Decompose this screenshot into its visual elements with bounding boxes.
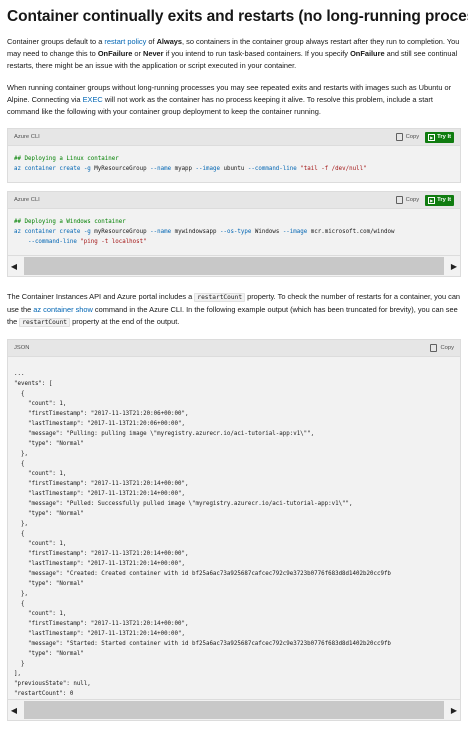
- json-line: "restartCount": 0: [14, 691, 74, 697]
- paragraph-long-running: When running container groups without lo…: [7, 83, 452, 116]
- article: Container continually exits and restarts…: [0, 0, 468, 721]
- json-line: }: [14, 661, 25, 667]
- json-line: "lastTimestamp": "2017-11-13T21:20:14+00…: [14, 561, 186, 567]
- copy-icon: [430, 344, 438, 352]
- json-line: "lastTimestamp": "2017-11-13T21:20:06+00…: [14, 421, 186, 427]
- scroll-right-icon[interactable]: ▶: [448, 262, 460, 271]
- code-language-label: Azure CLI: [14, 197, 40, 203]
- json-line: "type": "Normal": [14, 511, 84, 517]
- json-line: ],: [14, 671, 21, 677]
- try-it-button[interactable]: ▶ Try It: [425, 131, 454, 143]
- json-line: "lastTimestamp": "2017-11-13T21:20:14+00…: [14, 631, 186, 637]
- scrollbar-thumb[interactable]: [24, 257, 444, 275]
- horizontal-scrollbar[interactable]: ◀ ▶: [7, 256, 461, 277]
- code-content: ## Deploying a Linux container az contai…: [7, 145, 461, 183]
- exec-link[interactable]: EXEC: [83, 95, 103, 104]
- json-line: "message": "Pulling: pulling image \"myr…: [14, 431, 315, 437]
- code-header: JSON Copy: [7, 339, 461, 356]
- paragraph-restart-policy: Container groups default to a restart po…: [7, 37, 460, 70]
- json-line: "count": 1,: [14, 541, 67, 547]
- code-header: Azure CLI Copy ▶ Try It: [7, 128, 461, 145]
- code-language-label: Azure CLI: [14, 134, 40, 140]
- copy-button[interactable]: Copy: [395, 133, 419, 141]
- horizontal-scrollbar[interactable]: ◀ ▶: [7, 700, 461, 721]
- az-container-show-link[interactable]: az container show: [33, 305, 93, 314]
- json-line: ...: [14, 371, 25, 377]
- scroll-left-icon[interactable]: ◀: [8, 262, 20, 271]
- paragraph-restart-count: The Container Instances API and Azure po…: [7, 292, 461, 327]
- json-line: "message": "Pulled: Successfully pulled …: [14, 501, 353, 507]
- code-header: Azure CLI Copy ▶ Try It: [7, 191, 461, 208]
- inline-code: restartCount: [19, 318, 71, 327]
- tryit-icon: ▶: [428, 133, 436, 141]
- scroll-right-icon[interactable]: ▶: [448, 706, 460, 715]
- tryit-icon: ▶: [428, 196, 436, 204]
- copy-button[interactable]: Copy: [430, 344, 454, 352]
- json-line: {: [14, 391, 25, 397]
- json-line: },: [14, 451, 28, 457]
- copy-button[interactable]: Copy: [395, 196, 419, 204]
- json-line: "events": [: [14, 381, 53, 387]
- code-content: ## Deploying a Windows container az cont…: [7, 208, 461, 256]
- json-line: "type": "Normal": [14, 441, 84, 447]
- code-block-linux: Azure CLI Copy ▶ Try It ## Deploying a Li…: [7, 128, 461, 183]
- copy-icon: [395, 133, 403, 141]
- json-output: ... "events": [ { "count": 1, "firstTimes…: [7, 356, 461, 700]
- json-line: "previousState": null,: [14, 681, 91, 687]
- json-line: "count": 1,: [14, 611, 67, 617]
- copy-icon: [395, 196, 403, 204]
- json-line: "firstTimestamp": "2017-11-13T21:20:14+0…: [14, 481, 189, 487]
- json-line: "message": "Started: Started container w…: [14, 641, 391, 647]
- json-line: "lastTimestamp": "2017-11-13T21:20:14+00…: [14, 491, 186, 497]
- json-line: "count": 1,: [14, 401, 67, 407]
- inline-code: restartCount: [194, 293, 246, 302]
- json-line: {: [14, 531, 25, 537]
- page-title: Container continually exits and restarts…: [7, 8, 468, 25]
- json-line: "type": "Normal": [14, 651, 84, 657]
- code-block-windows: Azure CLI Copy ▶ Try It ## Deploying a Wi…: [7, 191, 461, 277]
- code-language-label: JSON: [14, 345, 30, 351]
- json-line: {: [14, 461, 25, 467]
- json-line: "type": "Normal": [14, 581, 84, 587]
- json-line: },: [14, 591, 28, 597]
- restart-policy-link[interactable]: restart policy: [104, 37, 146, 46]
- scrollbar-thumb[interactable]: [24, 701, 444, 719]
- json-line: "count": 1,: [14, 471, 67, 477]
- json-line: "message": "Created: Created container w…: [14, 571, 391, 577]
- try-it-button[interactable]: ▶ Try It: [425, 194, 454, 206]
- json-line: {: [14, 601, 25, 607]
- json-line: "firstTimestamp": "2017-11-13T21:20:14+0…: [14, 621, 189, 627]
- scroll-left-icon[interactable]: ◀: [8, 706, 20, 715]
- code-block-json: JSON Copy ... "events": [ { "count": 1, "…: [7, 339, 461, 721]
- json-line: },: [14, 521, 28, 527]
- json-line: "firstTimestamp": "2017-11-13T21:20:06+0…: [14, 411, 189, 417]
- json-line: "firstTimestamp": "2017-11-13T21:20:14+0…: [14, 551, 189, 557]
